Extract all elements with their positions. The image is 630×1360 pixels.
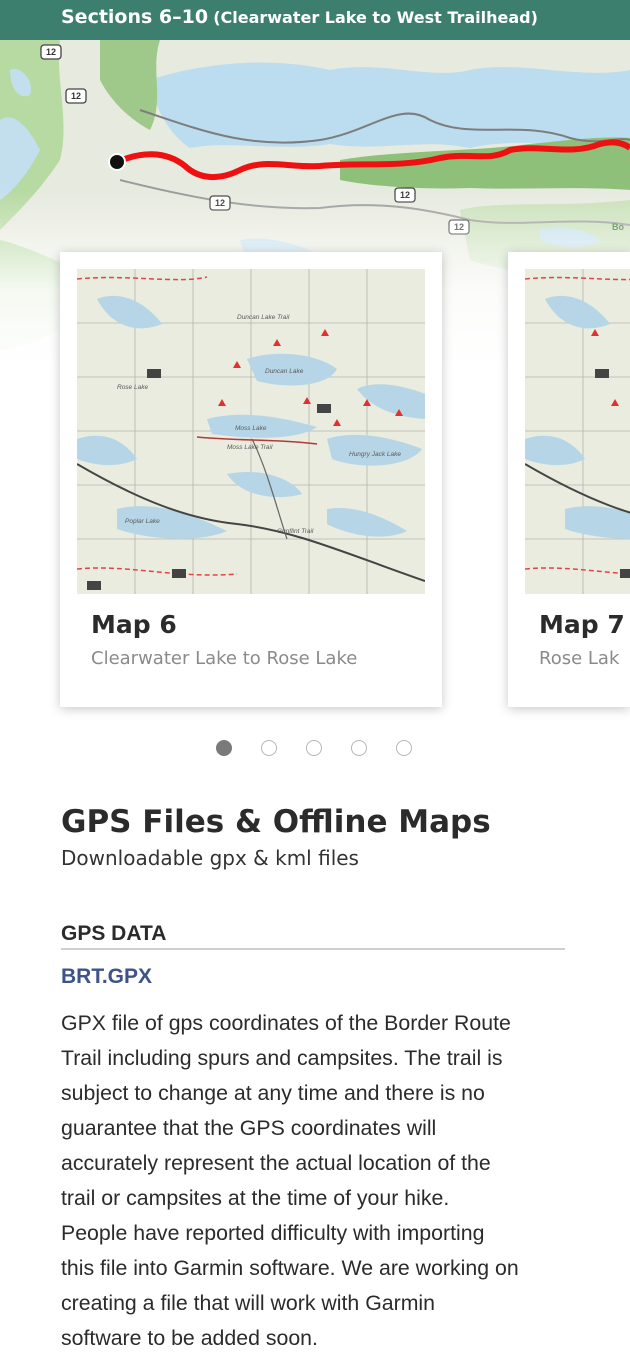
road-marker: 12 bbox=[71, 91, 81, 101]
gpx-file-link[interactable]: BRT.GPX bbox=[61, 965, 152, 989]
road-marker: 12 bbox=[46, 47, 56, 57]
pagination-dot-2[interactable] bbox=[261, 740, 277, 756]
topo-map-graphic: Duncan Lake Moss Lake Hungry Jack Lake P… bbox=[77, 269, 425, 594]
section-title: Sections 6–10 bbox=[61, 6, 209, 28]
map-card-title[interactable]: Map 7 bbox=[539, 610, 625, 639]
section-banner: Sections 6–10 (Clearwater Lake to West T… bbox=[0, 0, 630, 40]
description-line: trail or campsites at the time of your h… bbox=[61, 1186, 450, 1210]
gps-data-label: GPS DATA bbox=[61, 922, 167, 945]
pagination-dot-5[interactable] bbox=[396, 740, 412, 756]
description-line: GPX file of gps coordinates of the Borde… bbox=[61, 1011, 511, 1035]
carousel-pagination bbox=[216, 740, 412, 756]
description-line: software to be added soon. bbox=[61, 1326, 318, 1350]
gps-file-description: GPX file of gps coordinates of the Borde… bbox=[61, 1006, 576, 1356]
description-line: accurately represent the actual location… bbox=[61, 1151, 491, 1175]
topo-map-graphic bbox=[525, 269, 630, 594]
topo-label: Gunflint Trail bbox=[277, 528, 314, 535]
topo-label: Hungry Jack Lake bbox=[349, 451, 401, 458]
map-card-subtitle: Rose Lak bbox=[539, 648, 620, 669]
map-card-6[interactable]: Duncan Lake Moss Lake Hungry Jack Lake P… bbox=[60, 252, 442, 707]
description-line: People have reported difficulty with imp… bbox=[61, 1221, 485, 1245]
description-line: creating a file that will work with Garm… bbox=[61, 1291, 436, 1315]
pagination-dot-1[interactable] bbox=[216, 740, 232, 756]
gps-subheading: Downloadable gpx & kml files bbox=[61, 846, 359, 870]
map-7-thumbnail[interactable] bbox=[525, 269, 630, 594]
topo-label: Moss Lake bbox=[235, 425, 267, 432]
description-line: subject to change at any time and there … bbox=[61, 1081, 485, 1105]
section-divider bbox=[61, 948, 565, 950]
topo-label: Rose Lake bbox=[117, 384, 148, 391]
map-card-7[interactable]: Map 7 Rose Lak bbox=[508, 252, 630, 707]
section-subtitle: (Clearwater Lake to West Trailhead) bbox=[213, 8, 538, 27]
gps-heading: GPS Files & Offline Maps bbox=[61, 804, 491, 840]
map-6-thumbnail[interactable]: Duncan Lake Moss Lake Hungry Jack Lake P… bbox=[77, 269, 425, 594]
topo-label: Duncan Lake Trail bbox=[237, 314, 290, 321]
topo-label: Moss Lake Trail bbox=[227, 444, 273, 451]
description-line: Trail including spurs and campsites. The… bbox=[61, 1046, 503, 1070]
pagination-dot-3[interactable] bbox=[306, 740, 322, 756]
topo-label: Poplar Lake bbox=[125, 518, 160, 525]
description-line: this file into Garmin software. We are w… bbox=[61, 1256, 519, 1280]
description-line: guarantee that the GPS coordinates will bbox=[61, 1116, 437, 1140]
topo-label: Duncan Lake bbox=[265, 368, 304, 375]
pagination-dot-4[interactable] bbox=[351, 740, 367, 756]
map-card-title[interactable]: Map 6 bbox=[91, 610, 177, 639]
map-card-subtitle: Clearwater Lake to Rose Lake bbox=[91, 648, 358, 669]
